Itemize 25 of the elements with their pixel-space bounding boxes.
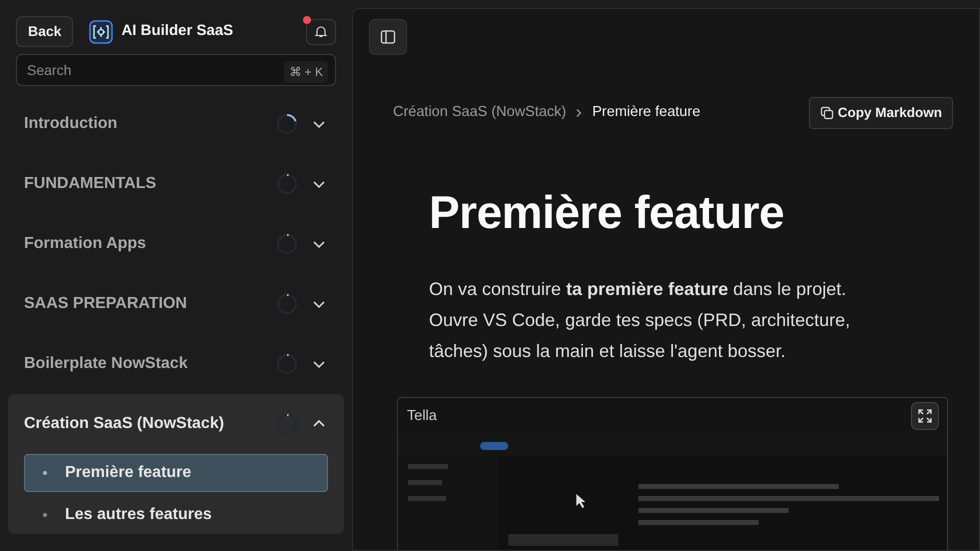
section-header[interactable]: FUNDAMENTALS — [16, 154, 336, 214]
section-header[interactable]: Introduction — [16, 94, 336, 154]
section-header[interactable]: Boilerplate NowStack — [16, 334, 336, 394]
page-heading: Première feature — [429, 185, 786, 240]
lesson-item[interactable]: Première feature — [24, 454, 328, 492]
sidebar-toggle-button[interactable] — [369, 19, 407, 55]
bell-icon — [315, 25, 327, 38]
lesson-item[interactable]: Les autres features — [24, 496, 328, 534]
breadcrumb-link[interactable]: Création SaaS (NowStack) — [393, 102, 566, 124]
notification-button[interactable] — [306, 18, 336, 44]
fullscreen-button[interactable] — [911, 402, 939, 430]
intro-paragraph: On va construire ta première feature dans le projet. Ouvre VS Code, garde tes specs (PRD, architecture, tâches) sous la main et laisse l'agent bosser. — [429, 278, 852, 364]
section-header[interactable]: Création SaaS (NowStack) — [24, 394, 328, 454]
section-header[interactable]: SAAS PREPARATION — [16, 274, 336, 334]
video-title: Tella — [407, 406, 437, 426]
copy-icon — [820, 106, 834, 120]
copy-markdown-button[interactable]: Copy Markdown — [808, 97, 953, 130]
shortcut-hint: ⌘ + K — [284, 61, 328, 83]
app-title: AI Builder SaaS — [121, 21, 234, 42]
sidebar-icon — [380, 29, 396, 45]
app-logo-icon — [89, 20, 114, 44]
breadcrumb-current: Première feature — [592, 103, 702, 122]
back-button[interactable]: Back — [16, 16, 74, 47]
expand-icon — [918, 409, 932, 424]
section-header[interactable]: Formation Apps — [16, 214, 336, 274]
